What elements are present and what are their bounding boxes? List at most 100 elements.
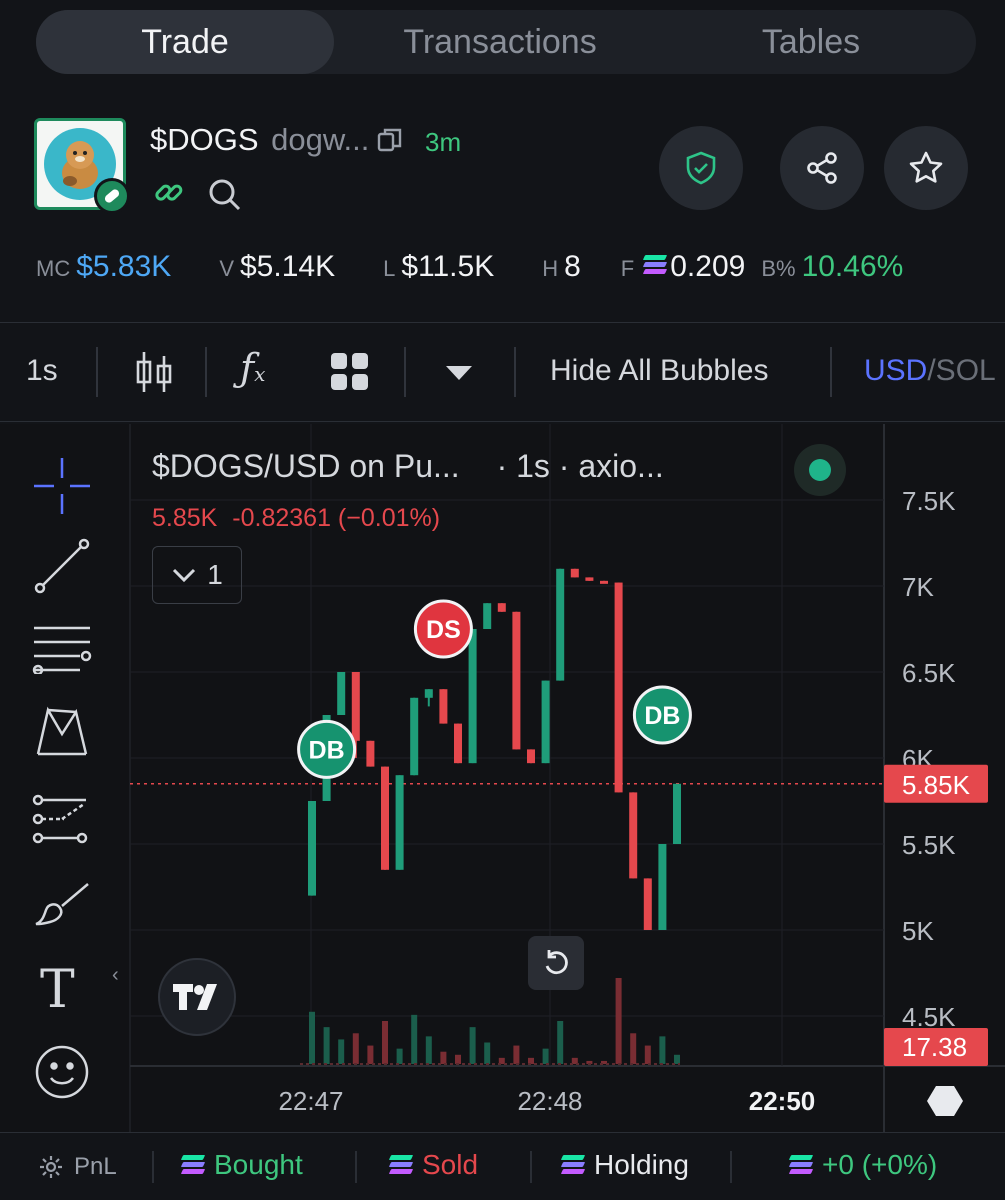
candle	[585, 577, 594, 581]
trade-marker-label: DS	[426, 616, 461, 644]
prediction-icon[interactable]	[32, 794, 92, 849]
mc-label: MC	[36, 256, 71, 281]
candle	[424, 689, 433, 698]
favorite-button[interactable]	[884, 126, 968, 210]
volume-bar	[674, 1054, 680, 1064]
crosshair-icon[interactable]	[34, 458, 90, 519]
indicators-icon[interactable]: ƒx	[240, 346, 265, 390]
solana-icon	[788, 1154, 814, 1176]
pnl-total-stat: +0 (+0%)	[788, 1149, 938, 1181]
search-icon[interactable]	[206, 176, 244, 219]
volume-bar	[367, 1045, 374, 1064]
candle	[556, 568, 565, 681]
bought-label: Bought	[214, 1149, 303, 1180]
volume-bar	[382, 1021, 388, 1064]
solana-icon	[643, 254, 668, 276]
last-price: 5.85K	[152, 504, 218, 532]
volume-bar	[513, 1045, 520, 1064]
chart-legend-title: $DOGS/USD on Pu... · 1s · axio...	[152, 448, 664, 485]
pattern-icon[interactable]	[32, 704, 92, 765]
volume-bar	[425, 1036, 432, 1064]
candle	[614, 582, 623, 793]
change-value: -0.82361 (−0.01%)	[232, 504, 441, 532]
token-age: 3m	[425, 127, 462, 157]
pnl-total: +0 (+0%)	[822, 1149, 938, 1180]
holding-label: Holding	[594, 1149, 689, 1180]
pnl-button[interactable]: PnL	[38, 1153, 117, 1181]
reset-chart-button[interactable]	[528, 936, 584, 990]
layouts-icon[interactable]	[330, 352, 370, 397]
collapse-toolbar-icon[interactable]: ‹	[112, 964, 119, 987]
volume-bar	[630, 1033, 637, 1064]
emoji-icon[interactable]	[34, 1044, 90, 1105]
f-label: F	[620, 256, 635, 281]
reset-icon	[545, 950, 568, 975]
usd-option[interactable]: USD	[864, 354, 927, 387]
interval-selector[interactable]: 1s	[26, 354, 58, 388]
shield-button[interactable]	[659, 126, 743, 210]
holding-stat: Holding	[560, 1149, 689, 1181]
volume-label: 17.38	[902, 1032, 967, 1062]
bottom-divider	[530, 1151, 532, 1183]
sol-option[interactable]: /SOL	[927, 354, 995, 387]
volume-bar	[659, 1036, 666, 1064]
solana-icon	[560, 1154, 586, 1176]
brush-icon[interactable]	[32, 880, 94, 935]
x-tick-label: 22:50	[749, 1086, 816, 1116]
chevron-down-icon[interactable]	[444, 364, 474, 387]
hide-bubbles-button[interactable]: Hide All Bubbles	[550, 354, 768, 388]
volume-bar	[469, 1027, 476, 1064]
tab-tables[interactable]: Tables	[666, 10, 956, 74]
h-value: 8	[564, 250, 581, 283]
y-tick-label: 4.5K	[902, 1002, 956, 1032]
interval-source: · 1s · axio...	[496, 448, 664, 484]
link-icon[interactable]	[152, 176, 186, 215]
candle	[308, 801, 316, 896]
tab-trade[interactable]: Trade	[36, 10, 334, 74]
toolbar-divider	[96, 347, 98, 397]
candle	[629, 792, 638, 879]
toolbar-divider	[514, 347, 516, 397]
share-button[interactable]	[780, 126, 864, 210]
pair-title: $DOGS/USD on Pu...	[152, 448, 460, 484]
candle	[439, 689, 448, 724]
candle	[497, 603, 506, 612]
indicator-collapse-button[interactable]: 1	[152, 546, 242, 604]
trade-marker-label: DB	[644, 702, 680, 730]
y-tick-label: 7K	[902, 572, 934, 602]
volume-bar	[352, 1033, 359, 1064]
trend-line-icon[interactable]	[34, 538, 90, 599]
pnl-label: PnL	[74, 1153, 117, 1180]
volume-bar	[615, 978, 622, 1064]
solana-icon	[180, 1154, 206, 1176]
candle	[570, 568, 579, 578]
x-tick-label: 22:48	[517, 1086, 582, 1116]
l-label: L	[383, 256, 396, 281]
tab-transactions[interactable]: Transactions	[334, 10, 666, 74]
bottom-bar: PnL Bought Sold Holding +0 (+0%)	[0, 1132, 1005, 1200]
candle	[366, 740, 375, 767]
candle	[541, 680, 550, 764]
chart-settings-icon[interactable]	[926, 1084, 964, 1123]
chart-area[interactable]: DB DS DB 7.5K 7K 6.5K 6K 5.5K 5K 4.5K 5.85K 17.38 …	[0, 424, 1005, 1132]
toolbar-divider	[205, 347, 207, 397]
volume-bar	[411, 1014, 418, 1064]
currency-toggle[interactable]: USD/SOL	[864, 354, 1005, 388]
x-tick-label: 22:47	[278, 1086, 343, 1116]
fib-lines-icon[interactable]	[32, 624, 92, 679]
stats-row: MC $5.83K V $5.14K L $11.5K H 8 F 0.209 …	[36, 250, 951, 284]
text-tool-icon[interactable]: T	[40, 960, 75, 1020]
price-chart[interactable]: DBDSDB 7.5K7K6.5K6K5.5K5K4.5K5.85K17.38 …	[0, 424, 1005, 1132]
sold-label: Sold	[422, 1149, 479, 1180]
candle	[673, 783, 681, 844]
copy-icon[interactable]	[376, 126, 404, 159]
candle	[410, 697, 419, 776]
candles-icon[interactable]	[134, 348, 174, 401]
b-value: 10.46%	[801, 250, 904, 283]
l-value: $11.5K	[401, 250, 495, 283]
token-name: dogw...	[271, 122, 370, 157]
candle	[643, 878, 652, 930]
h-label: H	[542, 256, 559, 281]
volume-bar	[338, 1039, 345, 1064]
tradingview-logo[interactable]	[158, 958, 236, 1036]
